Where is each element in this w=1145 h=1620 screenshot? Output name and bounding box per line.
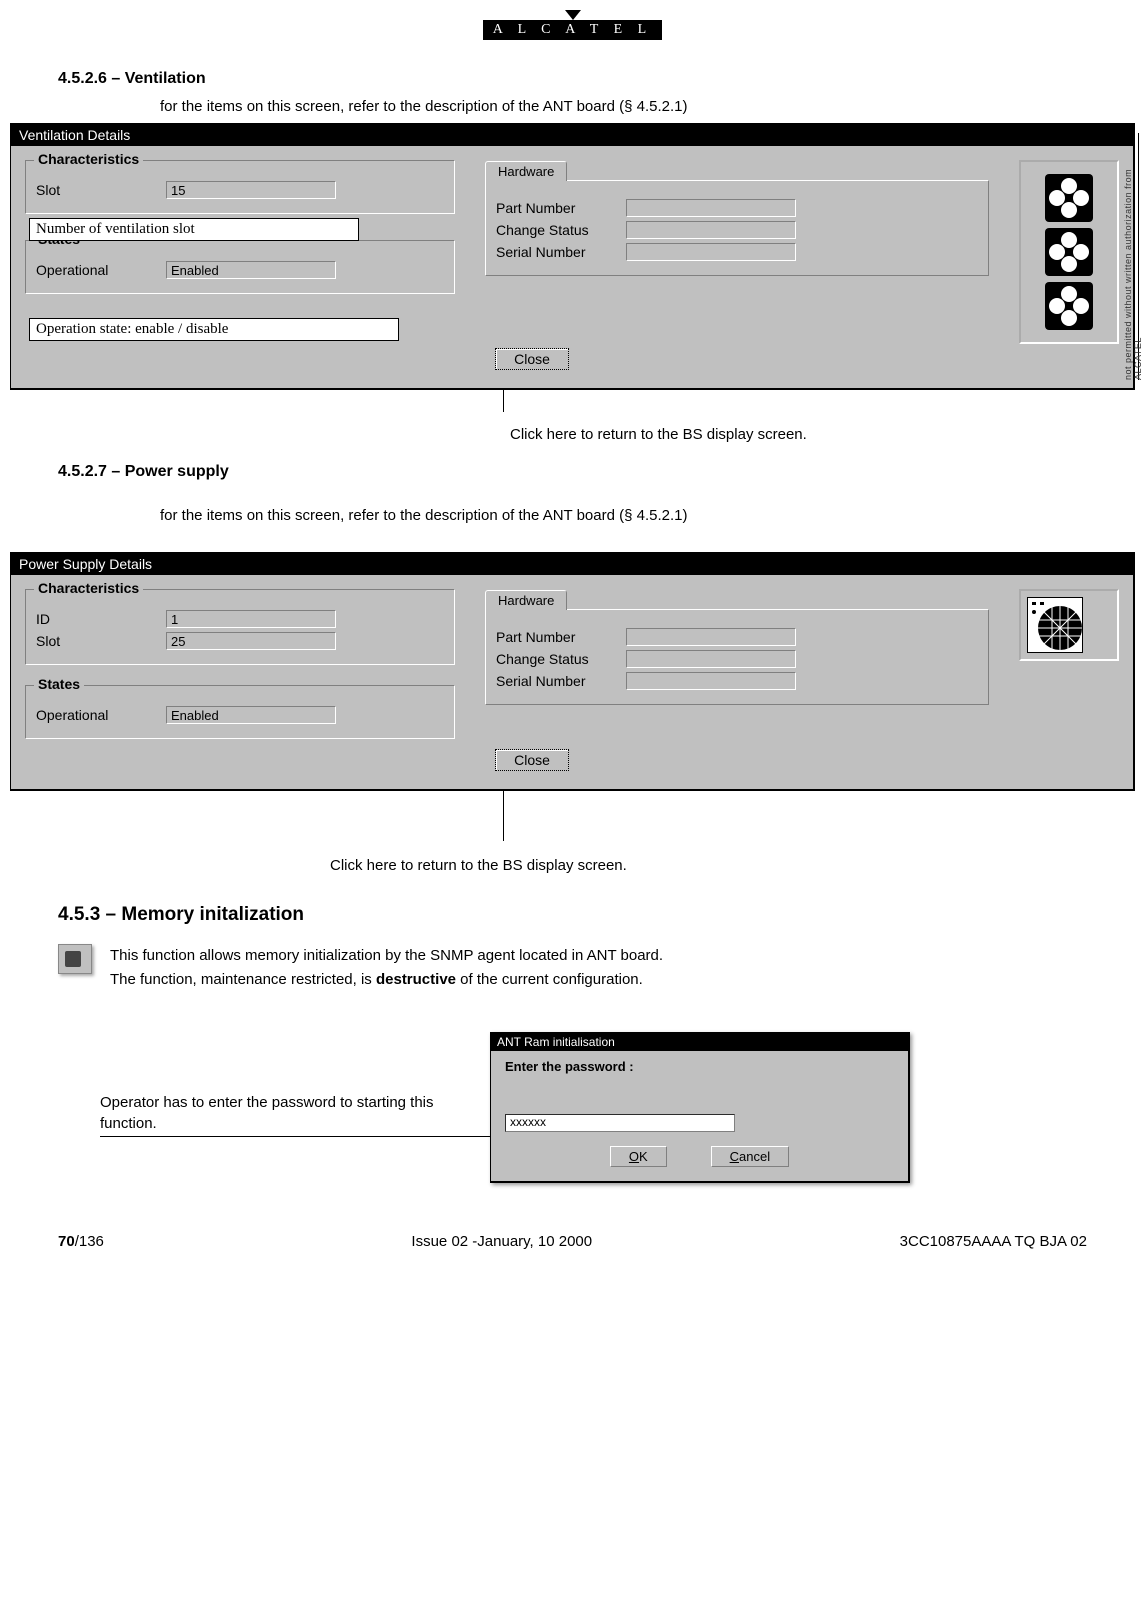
fan-icon: [1045, 174, 1093, 222]
slot-label: Slot: [36, 182, 166, 198]
caption-power: Click here to return to the BS display s…: [330, 857, 1135, 874]
change-status-label: Change Status: [496, 651, 626, 667]
ok-button[interactable]: OK: [610, 1146, 667, 1167]
slot-field[interactable]: 15: [166, 181, 336, 199]
ventilation-titlebar: Ventilation Details: [11, 124, 1133, 146]
id-label: ID: [36, 611, 166, 627]
serial-number-label: Serial Number: [496, 673, 626, 689]
operational-label: Operational: [36, 707, 166, 723]
characteristics-legend: Characteristics: [34, 580, 143, 596]
password-prompt: Enter the password :: [505, 1059, 894, 1074]
memory-p2a: The function, maintenance restricted, is: [110, 971, 376, 988]
serial-number-label: Serial Number: [496, 244, 626, 260]
psu-icon-panel: [1019, 589, 1119, 661]
intro-4526: for the items on this screen, refer to t…: [160, 98, 1135, 115]
change-status-field[interactable]: [626, 221, 796, 239]
callout-opstate: Operation state: enable / disable: [29, 318, 399, 341]
footer-issue: Issue 02 -January, 10 2000: [411, 1233, 592, 1250]
password-titlebar: ANT Ram initialisation: [491, 1033, 908, 1051]
serial-number-field[interactable]: [626, 672, 796, 690]
memory-init-icon: [58, 944, 92, 974]
heading-4526: 4.5.2.6 – Ventilation: [58, 70, 1135, 88]
callout-password: Operator has to enter the password to st…: [100, 1092, 490, 1134]
operational-label: Operational: [36, 262, 166, 278]
close-button[interactable]: Close: [495, 749, 569, 771]
page-number-total: /136: [75, 1233, 104, 1250]
operational-field[interactable]: Enabled: [166, 706, 336, 724]
ventilation-dialog: Ventilation Details Characteristics Slot…: [10, 123, 1135, 390]
states-legend: States: [34, 676, 84, 692]
power-supply-dialog: Power Supply Details Characteristics ID …: [10, 552, 1135, 791]
hardware-tab[interactable]: Hardware: [485, 161, 567, 181]
cancel-button[interactable]: Cancel: [711, 1146, 789, 1167]
side-copyright: not permitted without written authorizat…: [1123, 133, 1139, 380]
memory-text: This function allows memory initializati…: [110, 944, 663, 992]
part-number-label: Part Number: [496, 200, 626, 216]
hardware-panel: Part Number Change Status Serial Number: [485, 609, 989, 705]
brand-text: A L C A T E L: [483, 20, 662, 40]
change-status-label: Change Status: [496, 222, 626, 238]
fan-icon-panel: [1019, 160, 1119, 344]
part-number-field[interactable]: [626, 628, 796, 646]
serial-number-field[interactable]: [626, 243, 796, 261]
caption-vent: Click here to return to the BS display s…: [510, 426, 1135, 443]
memory-p1: This function allows memory initializati…: [110, 944, 663, 968]
memory-p2: The function, maintenance restricted, is…: [110, 968, 663, 992]
password-input[interactable]: xxxxxx: [505, 1114, 735, 1132]
part-number-field[interactable]: [626, 199, 796, 217]
hardware-tab[interactable]: Hardware: [485, 590, 567, 610]
fan-icon: [1045, 282, 1093, 330]
password-dialog: ANT Ram initialisation Enter the passwor…: [490, 1032, 910, 1183]
heading-4527: 4.5.2.7 – Power supply: [58, 463, 1135, 481]
part-number-label: Part Number: [496, 629, 626, 645]
operational-field[interactable]: Enabled: [166, 261, 336, 279]
page-footer: 70/136 Issue 02 -January, 10 2000 3CC108…: [58, 1233, 1087, 1250]
heading-453: 4.5.3 – Memory initalization: [58, 904, 1135, 926]
hardware-panel: Part Number Change Status Serial Number: [485, 180, 989, 276]
fan-icon: [1045, 228, 1093, 276]
memory-p2c: of the current configuration.: [456, 971, 643, 988]
footer-doc-id: 3CC10875AAAA TQ BJA 02: [900, 1233, 1087, 1250]
page-number-current: 70: [58, 1233, 75, 1250]
brand-logo: A L C A T E L: [10, 20, 1135, 40]
callout-slot: Number of ventilation slot: [29, 218, 359, 241]
characteristics-legend: Characteristics: [34, 151, 143, 167]
power-titlebar: Power Supply Details: [11, 553, 1133, 575]
id-field[interactable]: 1: [166, 610, 336, 628]
intro-4527: for the items on this screen, refer to t…: [160, 507, 1135, 524]
close-button[interactable]: Close: [495, 348, 569, 370]
slot-label: Slot: [36, 633, 166, 649]
memory-p2b: destructive: [376, 971, 456, 988]
psu-icon: [1027, 597, 1083, 653]
change-status-field[interactable]: [626, 650, 796, 668]
slot-field[interactable]: 25: [166, 632, 336, 650]
